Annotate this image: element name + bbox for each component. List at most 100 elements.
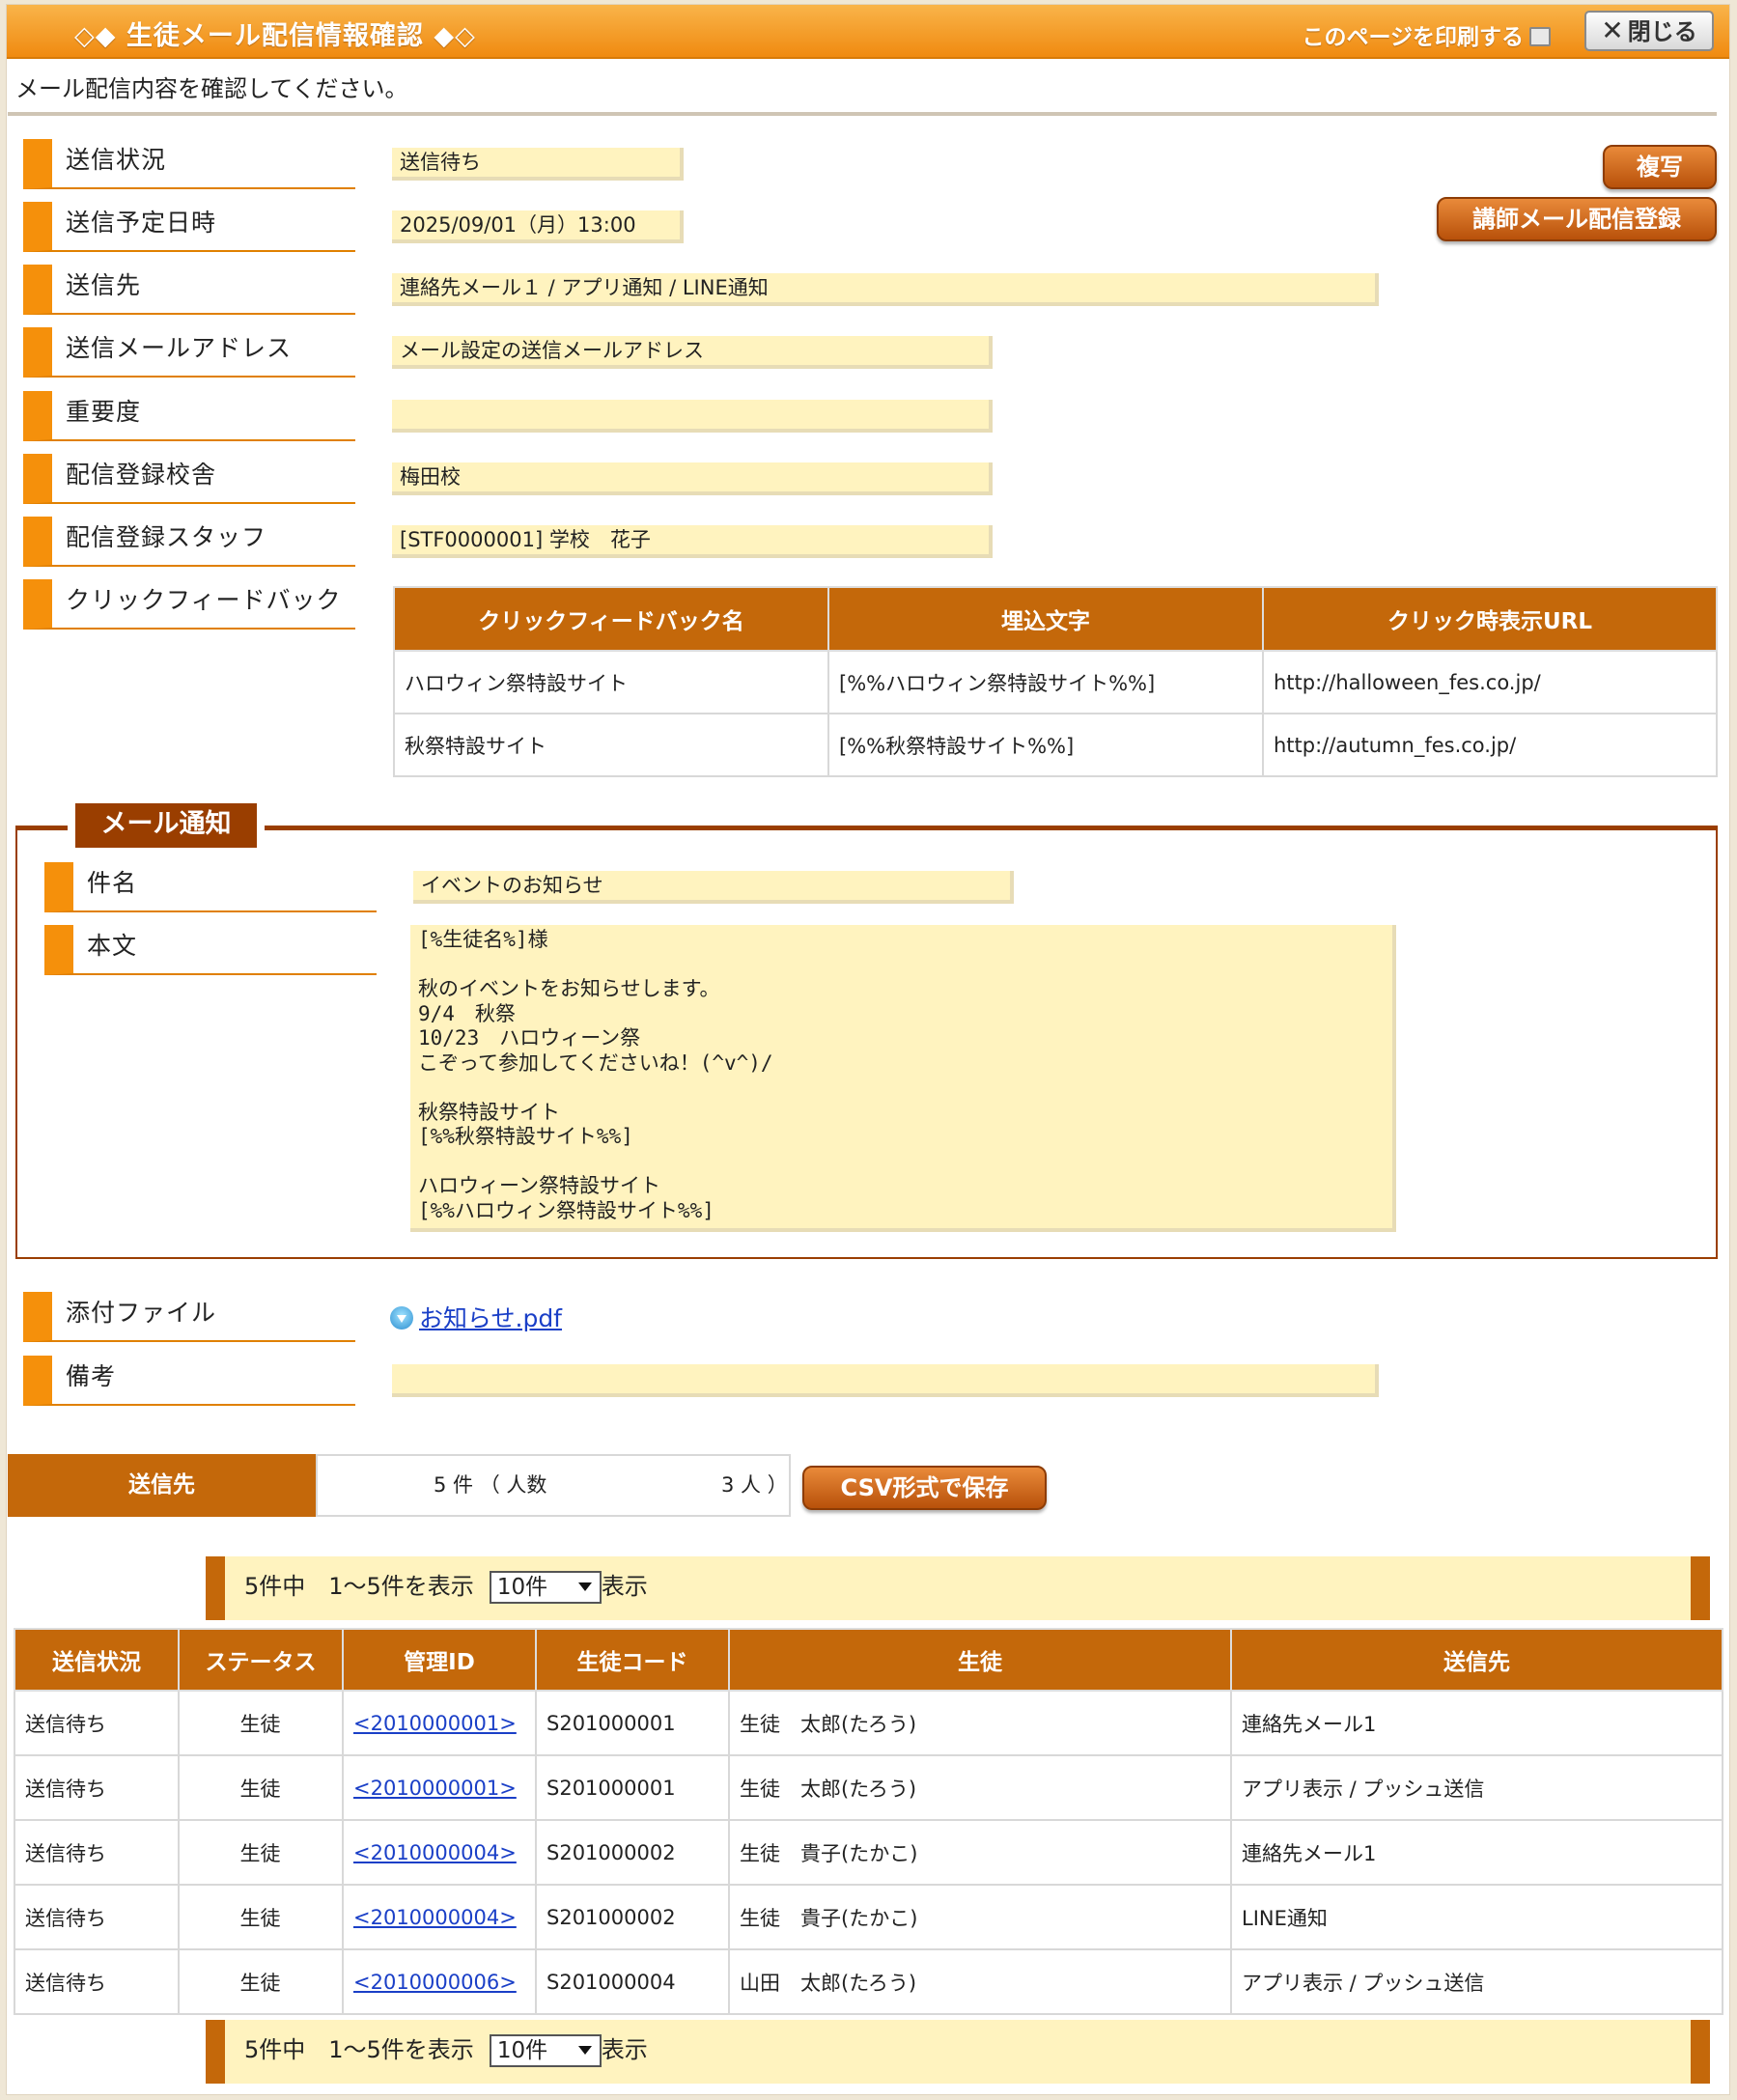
attachment-file-link[interactable]: お知らせ.pdf <box>419 1304 562 1332</box>
cell-student: 生徒 貴子(たかこ) <box>728 1819 1232 1886</box>
cell-management-id: <2010000001> <box>342 1754 537 1821</box>
campus-value: 梅田校 <box>392 462 993 495</box>
click-feedback-label: クリックフィードバック <box>23 579 355 630</box>
pager-suffix: 表示 <box>601 2036 648 2063</box>
close-label: 閉じる <box>1627 18 1697 45</box>
col-send-status: 送信状況 <box>14 1628 180 1692</box>
fb-cell: http://autumn_fes.co.jp/ <box>1262 713 1718 777</box>
teacher-mail-register-button[interactable]: 講師メール配信登録 <box>1437 197 1717 241</box>
cell-destination: アプリ表示 / プッシュ送信 <box>1230 1754 1723 1821</box>
body-label: 本文 <box>44 925 377 975</box>
cell-student-code: S201000001 <box>535 1754 730 1821</box>
cell-management-id: <2010000006> <box>342 1948 537 2015</box>
fb-cell: http://halloween_fes.co.jp/ <box>1262 650 1718 714</box>
management-id-link[interactable]: <2010000004> <box>353 1841 517 1864</box>
subject-label: 件名 <box>44 862 377 912</box>
table-row: 送信待ち 生徒 <2010000006> S201000004 山田 太郎(たろ… <box>14 1948 1723 2015</box>
table-row: ハロウィン祭特設サイト [%%ハロウィン祭特設サイト%%] http://hal… <box>393 650 1718 714</box>
send-status-label: 送信状況 <box>23 139 355 189</box>
cell-student-code: S201000004 <box>535 1948 730 2015</box>
copy-button[interactable]: 複写 <box>1603 145 1717 189</box>
printer-icon <box>1529 27 1551 46</box>
cell-student-code: S201000002 <box>535 1884 730 1950</box>
cell-send-status: 送信待ち <box>14 1690 180 1756</box>
campus-label: 配信登録校舎 <box>23 454 355 504</box>
download-icon <box>390 1306 413 1330</box>
remarks-label: 備考 <box>23 1356 355 1406</box>
recipients-people-text: 3 人 ） <box>721 1473 788 1497</box>
csv-save-button[interactable]: CSV形式で保存 <box>802 1466 1047 1510</box>
fb-header-url: クリック時表示URL <box>1262 586 1718 652</box>
cell-management-id: <2010000001> <box>342 1690 537 1756</box>
scheduled-value: 2025/09/01（月）13:00 <box>392 210 684 243</box>
cell-management-id: <2010000004> <box>342 1884 537 1950</box>
title-bar: ◇◆ 生徒メール配信情報確認 ◆◇ このページを印刷する ✕ 閉じる <box>7 5 1729 59</box>
mail-body-text: [%生徒名%]様 秋のイベントをお知らせします。 9/4 秋祭 10/23 ハロ… <box>410 925 1396 1232</box>
cell-destination: アプリ表示 / プッシュ送信 <box>1230 1948 1723 2015</box>
cell-status: 生徒 <box>178 1690 344 1756</box>
col-destination: 送信先 <box>1230 1628 1723 1692</box>
pager-bottom: 5件中 1～5件を表示 10件 表示 <box>206 2020 1710 2084</box>
sender-address-label: 送信メールアドレス <box>23 327 355 378</box>
print-page-link[interactable]: このページを印刷する <box>1302 18 1551 51</box>
cell-student: 山田 太郎(たろう) <box>728 1948 1232 2015</box>
destination-value: 連絡先メール１ / アプリ通知 / LINE通知 <box>392 273 1379 306</box>
pager-suffix: 表示 <box>601 1573 648 1600</box>
attachment-label: 添付ファイル <box>23 1292 355 1342</box>
cell-status: 生徒 <box>178 1948 344 2015</box>
page-size-select[interactable]: 10件 <box>489 2034 602 2067</box>
sender-address-value: メール設定の送信メールアドレス <box>392 336 993 369</box>
table-row: 秋祭特設サイト [%%秋祭特設サイト%%] http://autumn_fes.… <box>393 713 1718 777</box>
fb-cell: ハロウィン祭特設サイト <box>393 650 829 714</box>
close-icon: ✕ <box>1601 14 1624 46</box>
send-status-value: 送信待ち <box>392 148 684 181</box>
subject-value: イベントのお知らせ <box>413 871 1014 904</box>
cell-destination: 連絡先メール1 <box>1230 1690 1723 1756</box>
click-feedback-table: クリックフィードバック名 埋込文字 クリック時表示URL ハロウィン祭特設サイト… <box>393 586 1718 777</box>
page-size-select[interactable]: 10件 <box>489 1571 602 1604</box>
fb-cell: 秋祭特設サイト <box>393 713 829 777</box>
remarks-value <box>392 1364 1379 1397</box>
table-row: 送信待ち 生徒 <2010000004> S201000002 生徒 貴子(たか… <box>14 1884 1723 1950</box>
management-id-link[interactable]: <2010000004> <box>353 1906 517 1929</box>
close-button[interactable]: ✕ 閉じる <box>1584 11 1714 51</box>
col-management-id: 管理ID <box>342 1628 537 1692</box>
col-student-code: 生徒コード <box>535 1628 730 1692</box>
management-id-link[interactable]: <2010000001> <box>353 1712 517 1735</box>
print-label: このページを印刷する <box>1302 25 1524 50</box>
cell-send-status: 送信待ち <box>14 1884 180 1950</box>
pager-summary: 5件中 1～5件を表示 <box>244 1573 474 1600</box>
cell-destination: 連絡先メール1 <box>1230 1819 1723 1886</box>
col-status: ステータス <box>178 1628 344 1692</box>
attachment-link[interactable]: お知らせ.pdf <box>390 1300 562 1334</box>
recipients-count: 5 件 （ 人数 3 人 ） <box>316 1454 791 1517</box>
cell-student: 生徒 太郎(たろう) <box>728 1690 1232 1756</box>
destination-label: 送信先 <box>23 265 355 315</box>
management-id-link[interactable]: <2010000001> <box>353 1777 517 1800</box>
intro-text: メール配信内容を確認してください。 <box>15 75 408 102</box>
table-row: 送信待ち 生徒 <2010000001> S201000001 生徒 太郎(たろ… <box>14 1754 1723 1821</box>
management-id-link[interactable]: <2010000006> <box>353 1971 517 1994</box>
scheduled-label: 送信予定日時 <box>23 202 355 252</box>
cell-student-code: S201000001 <box>535 1690 730 1756</box>
table-row: 送信待ち 生徒 <2010000004> S201000002 生徒 貴子(たか… <box>14 1819 1723 1886</box>
pager-top: 5件中 1～5件を表示 10件 表示 <box>206 1556 1710 1620</box>
cell-send-status: 送信待ち <box>14 1754 180 1821</box>
mail-notification-legend: メール通知 <box>75 803 257 848</box>
staff-label: 配信登録スタッフ <box>23 517 355 567</box>
cell-management-id: <2010000004> <box>342 1819 537 1886</box>
cell-student: 生徒 貴子(たかこ) <box>728 1884 1232 1950</box>
fb-header-name: クリックフィードバック名 <box>393 586 829 652</box>
divider <box>8 112 1717 116</box>
recipients-table: 送信状況 ステータス 管理ID 生徒コード 生徒 送信先 送信待ち 生徒 <20… <box>14 1628 1723 2015</box>
col-student: 生徒 <box>728 1628 1232 1692</box>
fb-header-embed: 埋込文字 <box>827 586 1264 652</box>
cell-status: 生徒 <box>178 1754 344 1821</box>
cell-status: 生徒 <box>178 1819 344 1886</box>
cell-send-status: 送信待ち <box>14 1948 180 2015</box>
recipients-header: 送信先 <box>8 1454 316 1517</box>
cell-student: 生徒 太郎(たろう) <box>728 1754 1232 1821</box>
page-size-value: 10件 <box>496 1575 548 1600</box>
fb-cell: [%%秋祭特設サイト%%] <box>827 713 1264 777</box>
cell-send-status: 送信待ち <box>14 1819 180 1886</box>
